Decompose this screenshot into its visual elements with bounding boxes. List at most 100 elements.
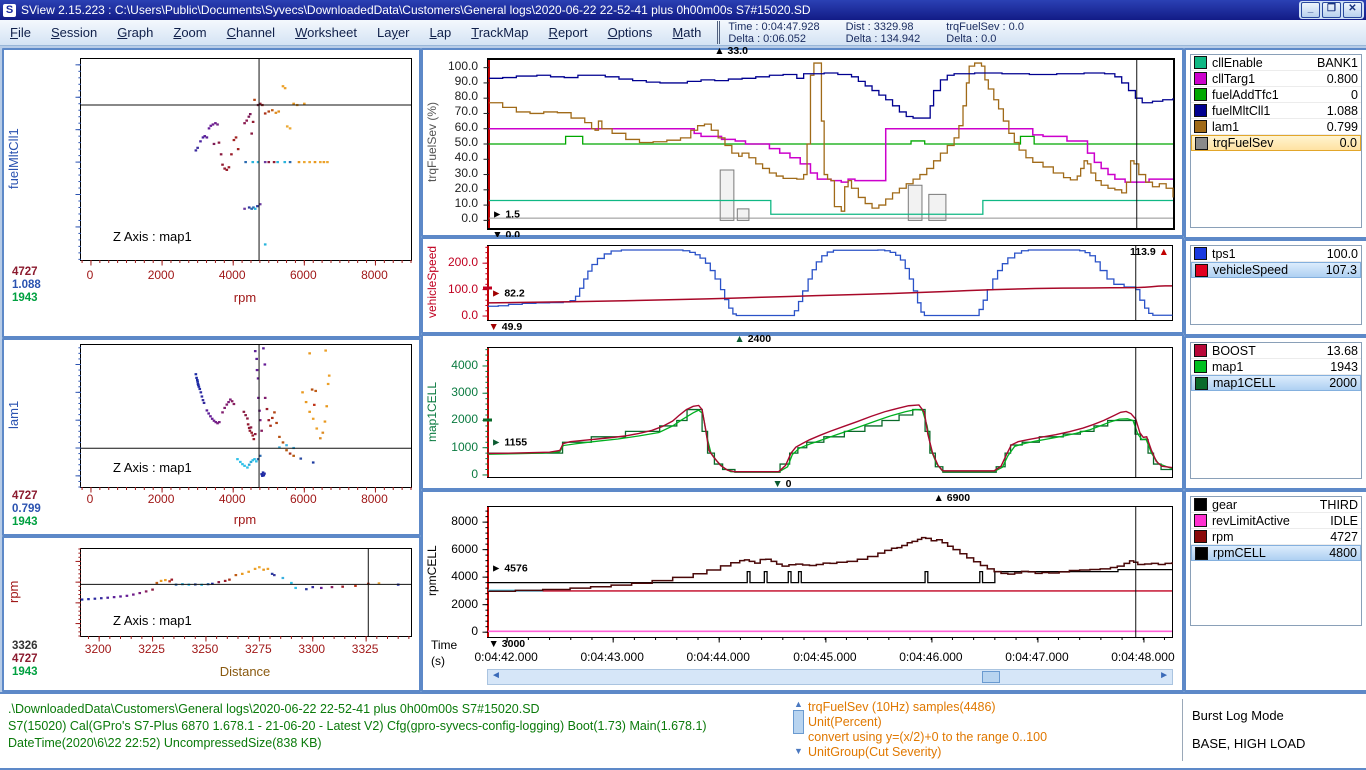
legend-panel-rpm: gearTHIRDrevLimitActiveIDLErpm4727rpmCEL… (1184, 490, 1366, 692)
tick-label: 60.0 (455, 120, 478, 134)
cursor-marker (483, 286, 492, 289)
scroll-right-icon[interactable]: ► (1159, 670, 1169, 682)
plot-area[interactable]: ▲ 33.0► 1.5▼ 0.0 (487, 58, 1175, 230)
scroll-left-icon[interactable]: ◄ (491, 670, 501, 682)
panel-trqfuelsev-chart: trqFuelSev (%) 100.090.080.070.060.050.0… (421, 48, 1184, 237)
x-axis-label: Distance (80, 664, 410, 679)
tick-label: 40.0 (455, 150, 478, 164)
channel-name: lam1 (1212, 120, 1327, 134)
legend-row-lam1[interactable]: lam10.799 (1191, 119, 1361, 135)
legend-row-fuelMltCll1[interactable]: fuelMltCll11.088 (1191, 103, 1361, 119)
cursor-values: 332647271943 (12, 640, 38, 679)
tick-label: 1000 (451, 440, 478, 454)
channel-list: BOOST13.68map11943map1CELL2000 (1190, 342, 1362, 479)
menu-item-channel[interactable]: Channel (217, 25, 285, 40)
channel-color-swatch (1195, 137, 1208, 150)
tick-label: 8000 (361, 492, 388, 506)
log-file-info: .\DownloadedData\Customers\General logs\… (8, 701, 707, 752)
channel-color-swatch (1194, 104, 1207, 117)
menu-item-zoom[interactable]: Zoom (163, 25, 216, 40)
tick-label: 0:04:43.000 (580, 650, 643, 664)
plot-area[interactable]: Z Axis : map1 (80, 58, 412, 261)
legend-row-gear[interactable]: gearTHIRD (1191, 497, 1361, 513)
channel-value: THIRD (1320, 498, 1358, 512)
menu-bar: FileSessionGraphZoomChannelWorksheetLaye… (0, 20, 1366, 46)
menu-item-options[interactable]: Options (598, 25, 663, 40)
menu-item-graph[interactable]: Graph (107, 25, 163, 40)
channel-value: 4800 (1329, 546, 1357, 560)
channel-color-swatch (1194, 247, 1207, 260)
cursor-marker: ► 4576 (491, 564, 528, 575)
menu-item-layer[interactable]: Layer (367, 25, 420, 40)
legend-row-cllEnable[interactable]: cllEnableBANK1 (1191, 55, 1361, 71)
plot-area[interactable]: 113.9 ▲► 82.2▼ 49.9 (487, 245, 1173, 321)
tick-label: 100.0 (448, 59, 478, 73)
legend-row-revLimitActive[interactable]: revLimitActiveIDLE (1191, 513, 1361, 529)
panel-fuelmlt-scatter: fuelMltCll1 Z Axis : map1 02000400060008… (2, 48, 421, 338)
tick-label: 8000 (451, 514, 478, 528)
log-mode-line: BASE, HIGH LOAD (1192, 730, 1305, 758)
tick-label: 0:04:48.000 (1111, 650, 1174, 664)
tick-label: 0.0 (461, 308, 478, 322)
cursor-marker: ▼ 49.9 (488, 322, 522, 333)
channel-value: 1943 (1330, 360, 1358, 374)
time-scrollbar[interactable]: ◄ ► (487, 669, 1173, 685)
menu-item-trackmap[interactable]: TrackMap (461, 25, 538, 40)
legend-row-vehicleSpeed[interactable]: vehicleSpeed107.3 (1191, 262, 1361, 278)
channel-name: BOOST (1212, 344, 1327, 358)
y-axis-ticks: 80006000400020000 (423, 506, 483, 636)
tick-label: 70.0 (455, 104, 478, 118)
legend-row-cllTarg1[interactable]: cllTarg10.800 (1191, 71, 1361, 87)
menu-item-lap[interactable]: Lap (420, 25, 462, 40)
legend-row-map1CELL[interactable]: map1CELL2000 (1191, 375, 1361, 391)
menu-item-file[interactable]: File (0, 25, 41, 40)
scroll-down-icon[interactable]: ▼ (793, 747, 804, 756)
time-chart (488, 246, 1172, 320)
scroll-up-icon[interactable]: ▲ (793, 700, 804, 709)
tick-label: 0 (87, 268, 94, 282)
minimize-button[interactable]: _ (1301, 2, 1320, 18)
x-axis-ticks: 02000400060008000 (80, 268, 410, 283)
plot-area[interactable]: ▲ 2400▼ 0► 1155 (487, 347, 1173, 478)
scrollbar-thumb[interactable] (982, 671, 1000, 683)
close-button[interactable]: ✕ (1343, 2, 1362, 18)
channel-name: cllEnable (1212, 56, 1317, 70)
plot-area[interactable]: ▲ 6900► 4576▼ 3000 (487, 506, 1173, 638)
legend-row-rpm[interactable]: rpm4727 (1191, 529, 1361, 545)
legend-row-rpmCELL[interactable]: rpmCELL4800 (1191, 545, 1361, 561)
app-icon: S (3, 4, 16, 17)
tick-label: 4000 (451, 358, 478, 372)
plot-area[interactable]: Z Axis : map1 (80, 344, 412, 488)
legend-row-BOOST[interactable]: BOOST13.68 (1191, 343, 1361, 359)
legend-row-trqFuelSev[interactable]: trqFuelSev0.0 (1191, 135, 1361, 151)
tick-label: 80.0 (455, 89, 478, 103)
legend-row-fuelAddTfc1[interactable]: fuelAddTfc10 (1191, 87, 1361, 103)
channel-color-swatch (1194, 88, 1207, 101)
channel-name: fuelMltCll1 (1212, 104, 1327, 118)
scrollbar-thumb[interactable] (793, 710, 804, 734)
plot-area[interactable]: Z Axis : map1 (80, 548, 412, 637)
restore-button[interactable]: ❐ (1322, 2, 1341, 18)
log-mode-line: Burst Log Mode (1192, 702, 1305, 730)
panel-rpmcell-chart: rpmCELL 80006000400020000 ▲ 6900► 4576▼ … (421, 490, 1184, 692)
menu-item-math[interactable]: Math (662, 25, 711, 40)
y-axis-ticks (4, 548, 76, 635)
channel-color-swatch (1194, 56, 1207, 69)
menu-item-report[interactable]: Report (539, 25, 598, 40)
cursor-marker: ▲ 2400 (734, 334, 771, 345)
channel-color-swatch (1194, 498, 1207, 511)
tick-label: 3200 (85, 642, 112, 656)
channel-name: vehicleSpeed (1213, 263, 1326, 277)
tick-label: 8000 (361, 268, 388, 282)
menu-item-session[interactable]: Session (41, 25, 107, 40)
menu-item-worksheet[interactable]: Worksheet (285, 25, 367, 40)
y-axis-ticks (4, 344, 76, 486)
legend-row-map1[interactable]: map11943 (1191, 359, 1361, 375)
legend-row-tps1[interactable]: tps1100.0 (1191, 246, 1361, 262)
cursor-marker: ▼ 3000 (488, 639, 525, 650)
window-title: SView 2.15.223 : C:\Users\Public\Documen… (21, 3, 811, 17)
channel-info-scrollbar[interactable]: ▲ ▼ (793, 700, 804, 756)
channel-list: cllEnableBANK1cllTarg10.800fuelAddTfc10f… (1190, 54, 1362, 228)
channel-color-swatch (1195, 377, 1208, 390)
time-chart (488, 507, 1172, 637)
